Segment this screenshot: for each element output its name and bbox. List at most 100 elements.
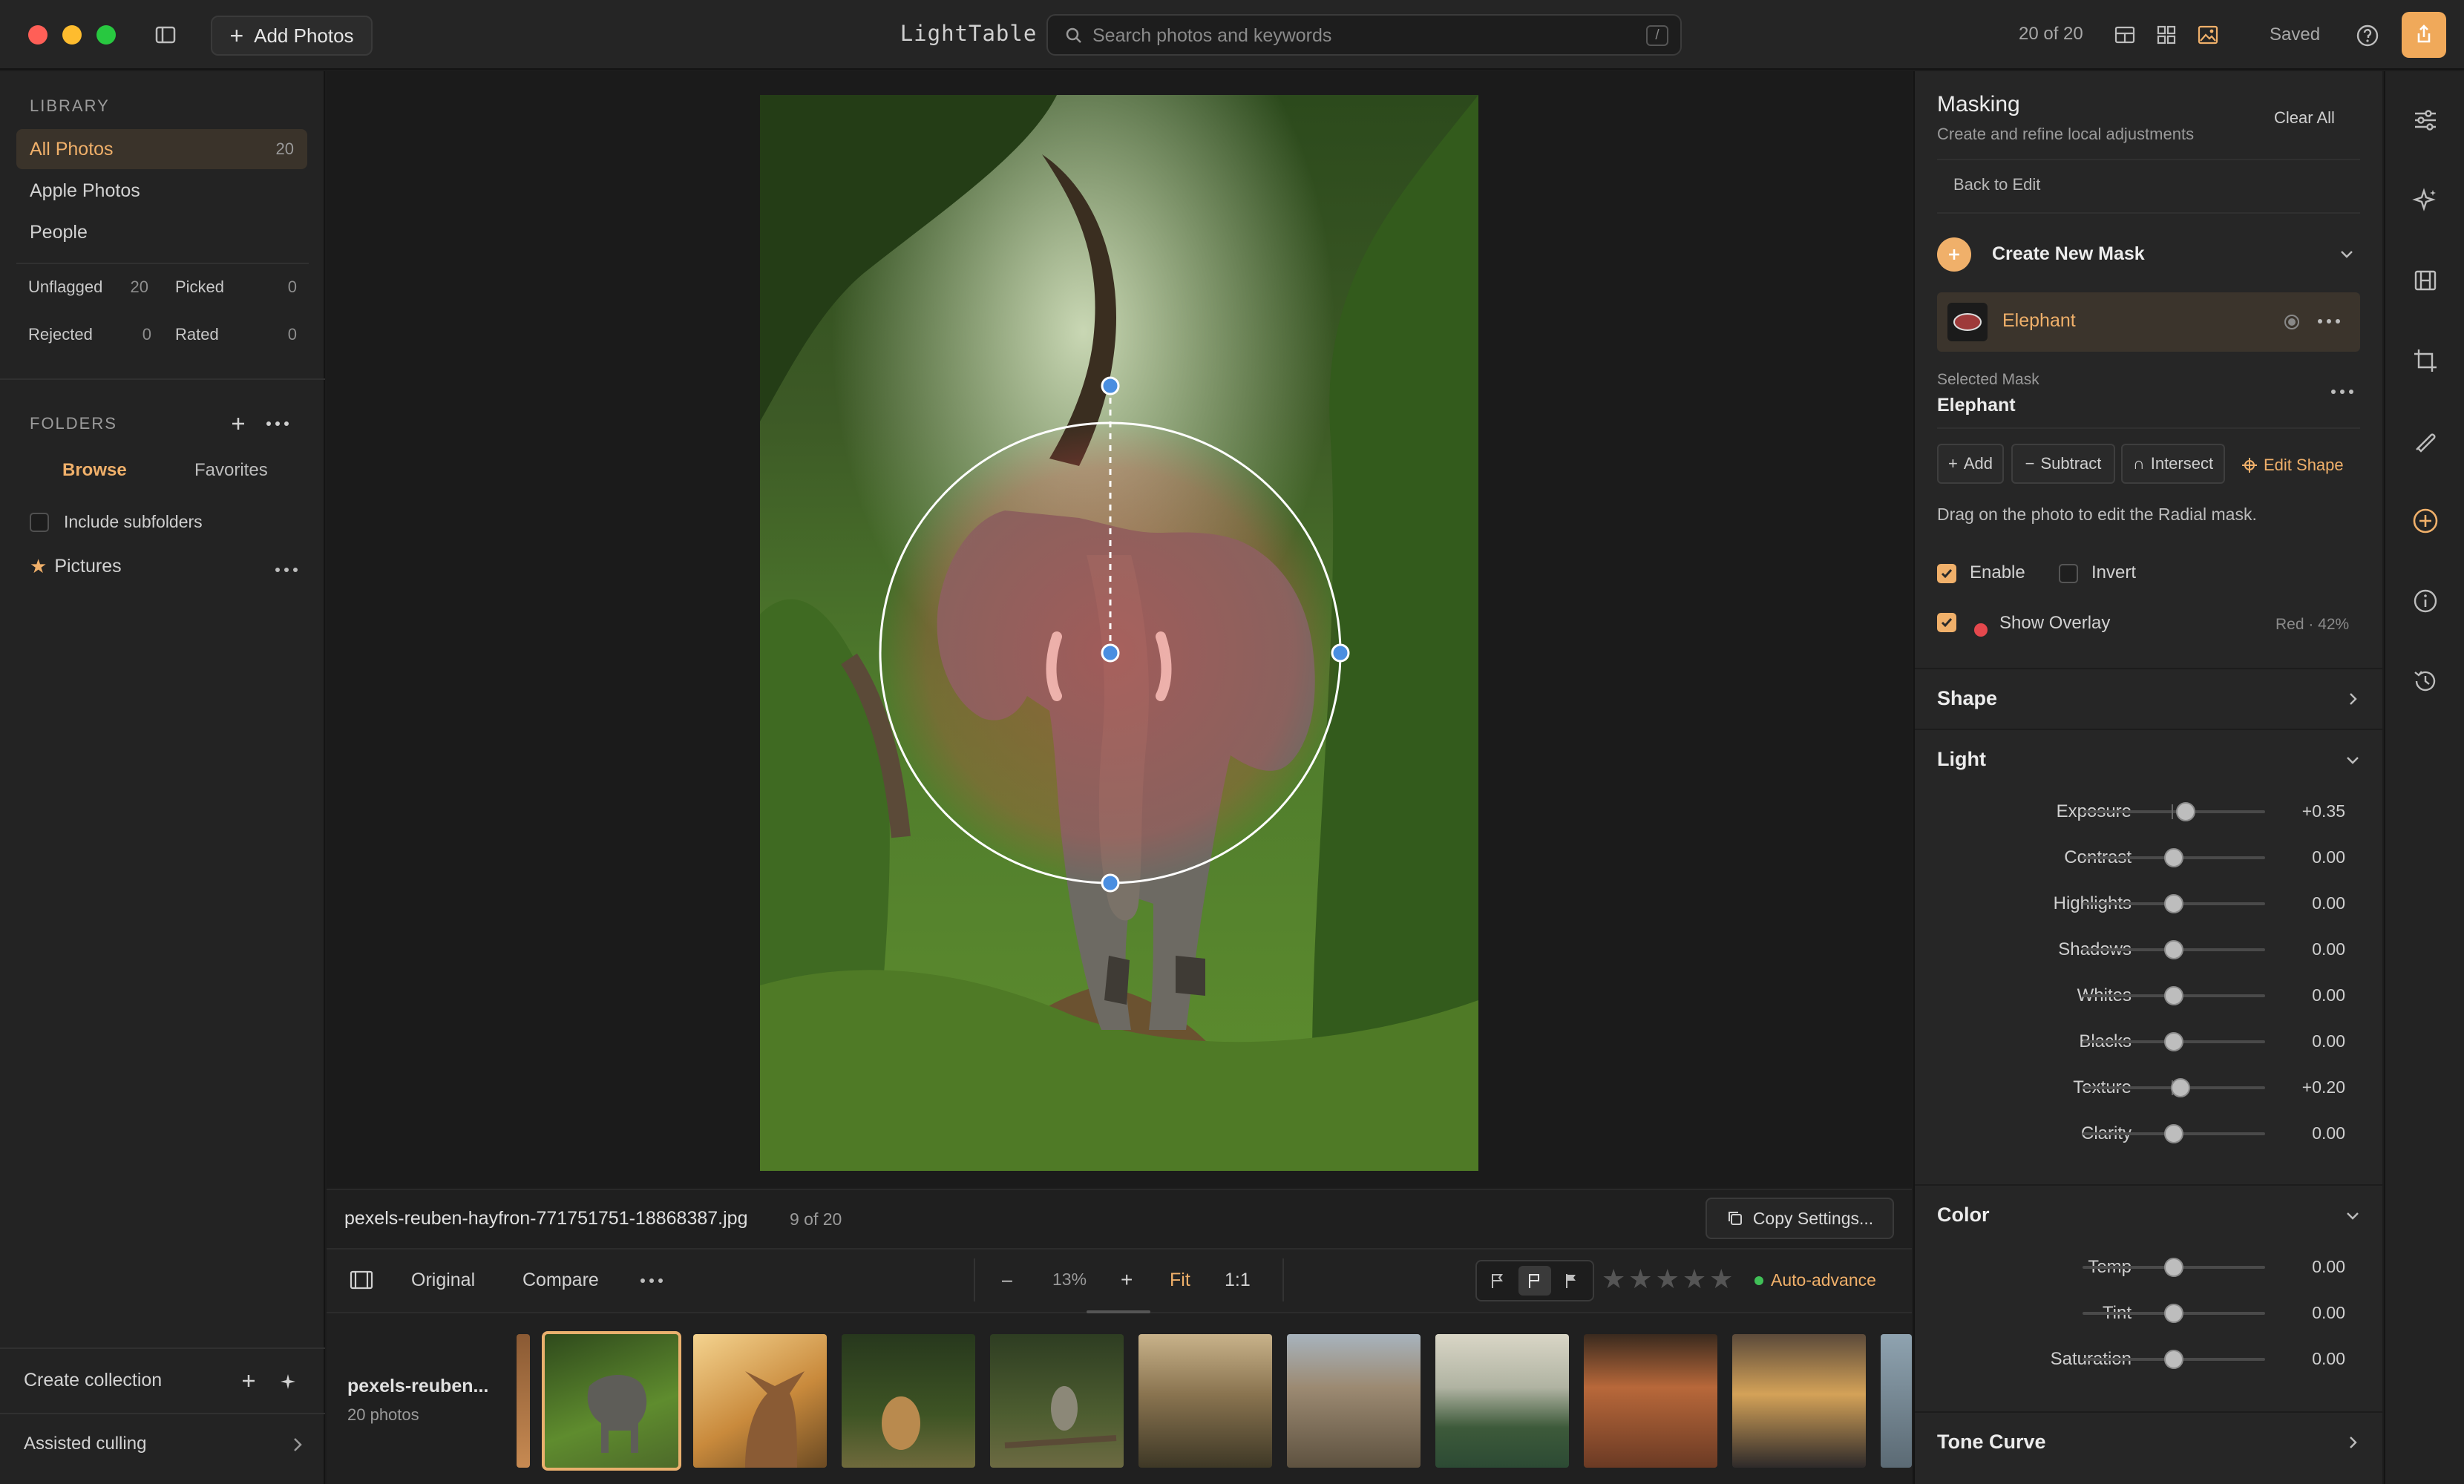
original-button[interactable]: Original [411, 1270, 475, 1291]
add-folder-icon[interactable] [227, 413, 249, 435]
slider-texture[interactable]: Texture +0.20 [1915, 1071, 2384, 1104]
auto-enhance-sparkle-icon[interactable] [2409, 184, 2442, 217]
assisted-culling-button[interactable]: Assisted culling [24, 1434, 146, 1454]
filmstrip-thumbnail[interactable] [1881, 1334, 1912, 1468]
slider-saturation[interactable]: Saturation 0.00 [1915, 1343, 2384, 1376]
slider-knob[interactable] [2171, 1078, 2191, 1097]
tab-browse[interactable]: Browse [62, 460, 127, 481]
single-image-view-icon[interactable] [2195, 22, 2221, 47]
section-shape[interactable]: Shape [1915, 668, 2384, 727]
masking-tool-icon[interactable] [2409, 505, 2442, 537]
filmstrip-resize-handle[interactable] [1087, 1310, 1150, 1313]
selected-mask-more-icon[interactable] [2327, 383, 2357, 401]
slider-knob[interactable] [2164, 940, 2183, 959]
back-to-edit-link[interactable]: Back to Edit [1953, 175, 2040, 194]
slider-clarity[interactable]: Clarity 0.00 [1915, 1117, 2384, 1150]
create-collection-button[interactable]: Create collection [24, 1370, 162, 1391]
section-light[interactable]: Light [1915, 729, 2384, 788]
slider-knob[interactable] [2164, 986, 2183, 1005]
show-overlay-checkbox[interactable] [1937, 613, 1956, 632]
zoom-window-button[interactable] [96, 25, 116, 45]
auto-advance-toggle[interactable]: Auto-advance [1754, 1270, 1876, 1290]
filter-picked[interactable]: Picked [175, 278, 224, 297]
slider-knob[interactable] [2164, 1304, 2183, 1323]
slider-knob[interactable] [2175, 802, 2195, 821]
slider-track[interactable] [2083, 810, 2265, 813]
more-options-icon[interactable] [637, 1272, 666, 1295]
crop-icon[interactable] [2409, 344, 2442, 377]
close-window-button[interactable] [28, 25, 47, 45]
layout-split-icon[interactable] [2112, 22, 2137, 47]
filmstrip-thumbnail[interactable] [1287, 1334, 1421, 1468]
zoom-in-button[interactable]: + [1121, 1268, 1133, 1292]
smart-collection-sparkle-icon[interactable] [278, 1371, 298, 1397]
mask-visibility-icon[interactable] [2284, 315, 2299, 329]
presets-filmstrip-icon[interactable] [2409, 264, 2442, 297]
compare-button[interactable]: Compare [522, 1270, 599, 1291]
filmstrip-thumbnail[interactable] [1138, 1334, 1272, 1468]
filmstrip-thumbnail[interactable] [517, 1334, 530, 1468]
mask-list-item[interactable]: Elephant [1937, 292, 2360, 352]
history-icon[interactable] [2409, 665, 2442, 697]
slider-contrast[interactable]: Contrast 0.00 [1915, 841, 2384, 874]
grid-view-icon[interactable] [2154, 22, 2179, 47]
slider-knob[interactable] [2164, 848, 2183, 867]
section-tone-curve[interactable]: Tone Curve [1915, 1411, 2384, 1484]
include-subfolders-toggle[interactable]: Include subfolders [30, 512, 203, 532]
star-4-icon[interactable]: ★ [1682, 1264, 1706, 1294]
filter-unflagged[interactable]: Unflagged [28, 278, 102, 297]
section-color[interactable]: Color [1915, 1184, 2384, 1244]
star-3-icon[interactable]: ★ [1656, 1264, 1680, 1294]
filmstrip-toggle-icon[interactable] [349, 1269, 374, 1296]
slider-knob[interactable] [2164, 1350, 2183, 1369]
filmstrip-thumbnail[interactable] [1435, 1334, 1569, 1468]
share-export-button[interactable] [2402, 12, 2446, 58]
sidebar-item-all-photos[interactable]: All Photos 20 [16, 129, 307, 169]
edit-shape-button[interactable]: Edit Shape [2241, 456, 2344, 475]
clear-all-button[interactable]: Clear All [2274, 108, 2335, 128]
invert-checkbox[interactable] [2059, 564, 2078, 583]
star-rating[interactable]: ★ ★ ★ ★ ★ [1602, 1264, 1733, 1294]
add-photos-button[interactable]: + Add Photos [211, 16, 373, 56]
slider-whites[interactable]: Whites 0.00 [1915, 979, 2384, 1012]
slider-knob[interactable] [2164, 1258, 2183, 1277]
help-icon[interactable] [2354, 22, 2381, 49]
adjustments-icon[interactable] [2409, 104, 2442, 137]
filmstrip-thumbnail[interactable] [1584, 1334, 1717, 1468]
slider-exposure[interactable]: Exposure +0.35 [1915, 795, 2384, 828]
enable-checkbox[interactable] [1937, 564, 1956, 583]
folder-more-icon[interactable] [272, 561, 301, 579]
slider-knob[interactable] [2164, 1032, 2183, 1051]
sidebar-item-apple-photos[interactable]: Apple Photos [16, 171, 307, 211]
folders-more-icon[interactable] [261, 413, 294, 435]
mask-intersect-button[interactable]: ∩ Intersect [2121, 444, 2225, 484]
slider-shadows[interactable]: Shadows 0.00 [1915, 933, 2384, 966]
zoom-1to1-button[interactable]: 1:1 [1225, 1270, 1251, 1291]
create-new-mask-button[interactable]: Create New Mask [1937, 232, 2360, 276]
slider-blacks[interactable]: Blacks 0.00 [1915, 1025, 2384, 1058]
add-collection-icon[interactable] [237, 1370, 260, 1397]
slider-knob[interactable] [2164, 1124, 2183, 1143]
slider-tint[interactable]: Tint 0.00 [1915, 1297, 2384, 1330]
unflag-icon[interactable] [1518, 1266, 1551, 1296]
folder-item-pictures[interactable]: ★ Pictures [30, 555, 122, 578]
overlay-color-swatch[interactable] [1974, 623, 1988, 637]
mask-add-button[interactable]: + Add [1937, 444, 2004, 484]
filmstrip-thumbnail[interactable] [842, 1334, 975, 1468]
filmstrip-thumbnail[interactable] [542, 1331, 681, 1471]
include-subfolders-checkbox[interactable] [30, 512, 49, 532]
info-icon[interactable] [2409, 585, 2442, 617]
sidebar-toggle-icon[interactable] [153, 22, 178, 47]
star-2-icon[interactable]: ★ [1628, 1264, 1652, 1294]
filmstrip-thumbnail[interactable] [693, 1334, 827, 1468]
tab-favorites[interactable]: Favorites [194, 460, 268, 481]
slider-highlights[interactable]: Highlights 0.00 [1915, 887, 2384, 920]
star-5-icon[interactable]: ★ [1709, 1264, 1733, 1294]
main-photo[interactable] [760, 95, 1478, 1171]
healing-brush-icon[interactable] [2409, 424, 2442, 457]
slider-temp[interactable]: Temp 0.00 [1915, 1251, 2384, 1284]
filmstrip-thumbnail[interactable] [1732, 1334, 1866, 1468]
filter-rated[interactable]: Rated [175, 325, 219, 344]
zoom-out-button[interactable]: – [1002, 1270, 1012, 1291]
filmstrip-thumbnail[interactable] [990, 1334, 1124, 1468]
